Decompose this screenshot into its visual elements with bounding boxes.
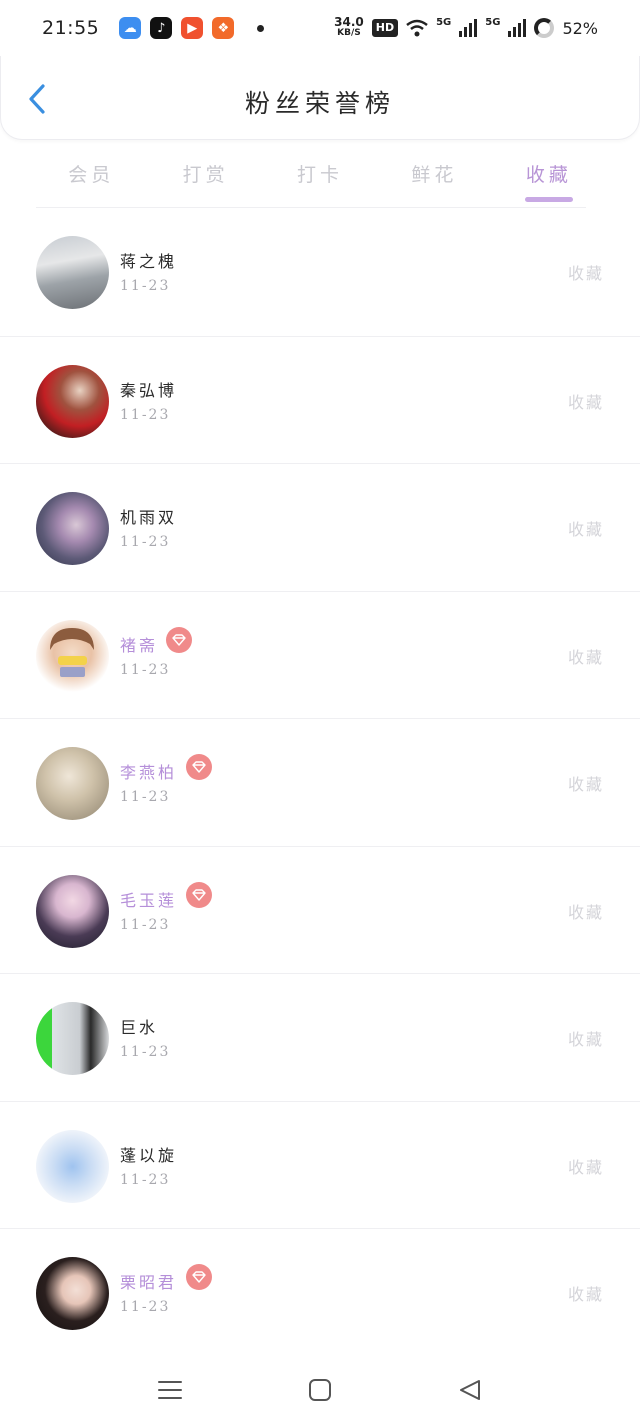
fan-date: 11-23 xyxy=(120,916,171,933)
diamond-icon xyxy=(166,626,192,653)
back-nav-button[interactable] xyxy=(455,1375,485,1405)
home-icon xyxy=(309,1378,331,1401)
avatar xyxy=(36,236,109,309)
cartoon-face-icon xyxy=(50,627,94,677)
tab-bar: 会员 打赏 打卡 鲜花 收藏 xyxy=(34,150,606,206)
fan-name: 蒋之槐 xyxy=(120,252,178,271)
list-item[interactable]: 蒋之槐 11-23 收藏 xyxy=(0,208,640,336)
fan-date: 11-23 xyxy=(120,1044,171,1060)
fan-name: 栗昭君 xyxy=(120,1273,178,1292)
hd-icon: HD xyxy=(371,19,399,37)
fan-date: 11-23 xyxy=(120,278,171,294)
fan-date: 11-23 xyxy=(120,534,171,550)
battery-ring-icon xyxy=(534,18,555,38)
tab-members[interactable]: 会员 xyxy=(34,150,148,206)
fan-name: 机雨双 xyxy=(120,508,178,527)
list-item[interactable]: 巨水 11-23 收藏 xyxy=(0,973,640,1101)
back-triangle-icon xyxy=(460,1379,480,1400)
status-bar: 21:55 ☁ ♪ ▶ ❖ 34.0 KB/S HD 5G 5G 52% xyxy=(0,0,640,56)
tab-favorites[interactable]: 收藏 xyxy=(492,150,606,206)
diamond-icon xyxy=(186,754,212,780)
weather-app-icon: ☁ xyxy=(119,17,142,39)
list-item[interactable]: 李燕柏 11-23 收藏 xyxy=(0,718,640,846)
diamond-icon xyxy=(186,881,212,908)
signal-label-2: 5G xyxy=(485,17,501,28)
action-label[interactable]: 收藏 xyxy=(568,1154,604,1178)
fan-list: 蒋之槐 11-23 收藏 秦弘博 11-23 收藏 机雨双 11-23 收藏 褚… xyxy=(0,207,640,1356)
app-header: 粉丝荣誉榜 xyxy=(0,56,640,140)
action-label[interactable]: 收藏 xyxy=(568,516,604,540)
network-speed: 34.0 KB/S xyxy=(334,15,364,38)
avatar xyxy=(36,874,109,948)
fan-name: 毛玉莲 xyxy=(120,890,178,910)
fan-name: 巨水 xyxy=(120,1018,159,1037)
list-item[interactable]: 秦弘博 11-23 收藏 xyxy=(0,335,640,464)
action-label[interactable]: 收藏 xyxy=(568,1281,604,1305)
fan-name: 褚斋 xyxy=(120,635,159,655)
avatar xyxy=(36,364,109,438)
fan-date: 11-23 xyxy=(120,406,171,423)
fan-date: 11-23 xyxy=(120,661,171,678)
action-label[interactable]: 收藏 xyxy=(568,260,604,284)
action-label[interactable]: 收藏 xyxy=(568,389,604,413)
system-nav-bar xyxy=(0,1352,640,1427)
fan-date: 11-23 xyxy=(120,789,171,805)
fan-name: 蓬以旋 xyxy=(120,1145,178,1165)
avatar xyxy=(36,619,109,693)
avatar xyxy=(36,1257,109,1330)
list-item[interactable]: 褚斋 11-23 收藏 xyxy=(0,590,640,719)
action-label[interactable]: 收藏 xyxy=(568,1026,604,1050)
tiktok-app-icon: ♪ xyxy=(150,17,173,39)
signal-label-1: 5G xyxy=(436,17,452,28)
signal-bars-icon xyxy=(459,19,478,37)
avatar xyxy=(36,492,109,565)
page-title: 粉丝荣誉榜 xyxy=(244,89,395,118)
wifi-icon xyxy=(406,19,428,37)
list-item[interactable]: 蓬以旋 11-23 收藏 xyxy=(0,1100,640,1229)
tab-flowers[interactable]: 鲜花 xyxy=(377,150,491,206)
menu-button[interactable] xyxy=(155,1375,185,1405)
avatar xyxy=(36,747,109,820)
list-item[interactable]: 毛玉莲 11-23 收藏 xyxy=(0,845,640,974)
tab-rewards[interactable]: 打赏 xyxy=(148,150,262,206)
notification-dot-icon xyxy=(257,24,265,32)
fan-name: 李燕柏 xyxy=(120,763,178,782)
tab-checkin[interactable]: 打卡 xyxy=(263,150,377,206)
fan-date: 11-23 xyxy=(120,1299,171,1315)
battery-level: 52% xyxy=(562,18,598,38)
signal-bars-icon xyxy=(508,19,527,37)
list-item[interactable]: 栗昭君 11-23 收藏 xyxy=(0,1228,640,1356)
diamond-icon xyxy=(186,1264,212,1290)
fan-name: 秦弘博 xyxy=(120,380,178,400)
fan-date: 11-23 xyxy=(120,1171,171,1188)
action-label[interactable]: 收藏 xyxy=(568,899,604,923)
app-icon: ❖ xyxy=(212,17,235,39)
menu-icon xyxy=(158,1380,182,1399)
avatar xyxy=(36,1129,109,1203)
list-item[interactable]: 机雨双 11-23 收藏 xyxy=(0,463,640,591)
avatar xyxy=(36,1002,109,1075)
status-right: 34.0 KB/S HD 5G 5G 52% xyxy=(334,15,598,39)
fan-honor-page: 21:55 ☁ ♪ ▶ ❖ 34.0 KB/S HD 5G 5G 52% 粉丝荣… xyxy=(0,0,640,1427)
video-app-icon: ▶ xyxy=(181,17,204,39)
action-label[interactable]: 收藏 xyxy=(568,644,604,668)
home-button[interactable] xyxy=(305,1375,335,1405)
status-time: 21:55 xyxy=(42,17,100,39)
action-label[interactable]: 收藏 xyxy=(568,771,604,795)
